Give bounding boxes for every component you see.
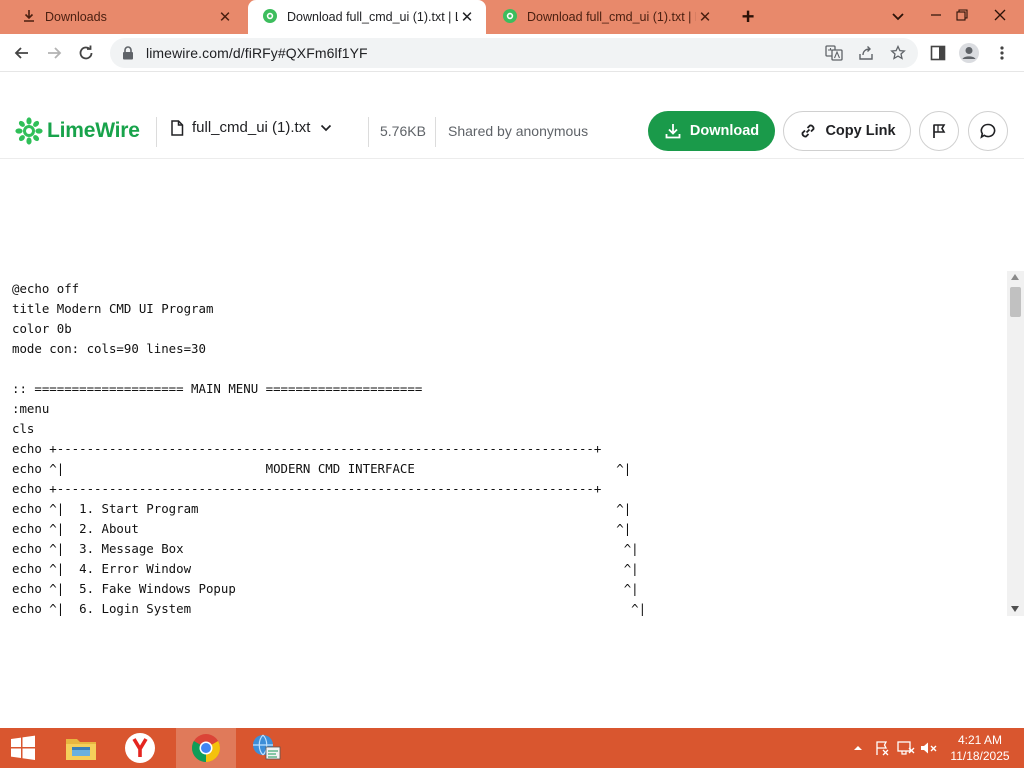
tray-overflow-chevron-icon[interactable] xyxy=(849,740,867,756)
file-explorer-icon[interactable] xyxy=(51,728,111,768)
restore-icon[interactable] xyxy=(946,0,978,30)
code-line: echo ^| 2. About ^| xyxy=(12,521,632,536)
tab-downloads[interactable]: Downloads ✕ xyxy=(8,0,244,34)
translate-icon[interactable] xyxy=(824,43,844,63)
code-line: mode con: cols=90 lines=30 xyxy=(12,341,206,356)
code-line: echo ^| 1. Start Program ^| xyxy=(12,501,632,516)
reload-button[interactable] xyxy=(73,40,99,66)
network-app-icon[interactable] xyxy=(236,728,296,768)
share-icon[interactable] xyxy=(856,43,876,63)
code-line: echo +----------------------------------… xyxy=(12,441,602,456)
download-button[interactable]: Download xyxy=(648,111,775,151)
code-line: :menu xyxy=(12,401,50,416)
copy-link-button[interactable]: Copy Link xyxy=(783,111,911,151)
limewire-favicon xyxy=(262,8,278,27)
code-line: echo ^| MODERN CMD INTERFACE ^| xyxy=(12,461,632,476)
tab-limewire-2[interactable]: Download full_cmd_ui (1).txt | Lin ✕ xyxy=(488,0,724,34)
back-button[interactable] xyxy=(9,40,35,66)
comment-button[interactable] xyxy=(968,111,1008,151)
close-tab-icon[interactable]: ✕ xyxy=(458,8,476,26)
code-line: echo ^| 3. Message Box ^| xyxy=(12,541,639,556)
code-line: echo ^| 5. Fake Windows Popup ^| xyxy=(12,581,639,596)
shared-by-text: Shared by anonymous xyxy=(448,123,589,139)
limewire-logo-icon xyxy=(15,117,43,145)
download-label: Download xyxy=(689,123,760,139)
browser-toolbar: limewire.com/d/fiRFy#QXFm6lf1YF xyxy=(0,34,1024,72)
code-line: echo +----------------------------------… xyxy=(12,481,602,496)
file-name-dropdown[interactable]: full_cmd_ui (1).txt xyxy=(170,119,332,136)
side-panel-icon[interactable] xyxy=(925,40,951,66)
limewire-header: LimeWire full_cmd_ui (1).txt 5.76KB Shar… xyxy=(0,104,1024,159)
close-tab-icon[interactable]: ✕ xyxy=(216,8,234,26)
windows-logo-icon xyxy=(10,735,36,761)
chevron-down-icon xyxy=(320,124,332,132)
limewire-favicon xyxy=(502,8,518,27)
clock-time: 4:21 AM xyxy=(957,733,1003,747)
divider xyxy=(435,117,436,147)
tray-volume-muted-icon[interactable] xyxy=(920,740,938,756)
yandex-browser-icon[interactable] xyxy=(110,728,170,768)
forward-button[interactable] xyxy=(41,40,67,66)
new-tab-button[interactable]: + xyxy=(737,4,759,29)
tab-search-chevron-icon[interactable] xyxy=(888,8,908,26)
tab-title: Download full_cmd_ui (1).txt | Lin xyxy=(287,10,458,24)
scroll-thumb[interactable] xyxy=(1010,287,1021,317)
flag-icon xyxy=(930,122,948,140)
close-window-icon[interactable] xyxy=(984,0,1016,30)
limewire-logo[interactable]: LimeWire xyxy=(15,117,140,145)
tab-title: Download full_cmd_ui (1).txt | Lin xyxy=(527,10,696,24)
code-line: echo ^| 6. Login System ^| xyxy=(12,601,647,616)
file-name-text: full_cmd_ui (1).txt xyxy=(192,119,311,136)
system-clock[interactable]: 4:21 AM 11/18/2025 xyxy=(944,732,1016,764)
address-bar[interactable]: limewire.com/d/fiRFy#QXFm6lf1YF xyxy=(110,38,918,68)
copy-link-label: Copy Link xyxy=(825,123,896,139)
browser-tab-strip: Downloads ✕ Download full_cmd_ui (1).txt… xyxy=(0,0,1024,34)
scroll-up-arrow-icon[interactable] xyxy=(1011,274,1019,280)
tab-limewire-active[interactable]: Download full_cmd_ui (1).txt | Lin ✕ xyxy=(248,0,486,34)
file-preview[interactable]: @echo off title Modern CMD UI Program colo… xyxy=(0,271,1024,616)
code-line: cls xyxy=(12,421,35,436)
report-flag-button[interactable] xyxy=(919,111,959,151)
divider xyxy=(156,117,157,147)
file-size: 5.76KB xyxy=(380,123,426,139)
file-icon xyxy=(170,119,184,136)
code-line: echo ^| 4. Error Window ^| xyxy=(12,561,639,576)
code-line: @echo off xyxy=(12,281,80,296)
more-menu-icon[interactable] xyxy=(989,40,1015,66)
code-line: title Modern CMD UI Program xyxy=(12,301,214,316)
tray-flag-icon[interactable] xyxy=(873,740,891,756)
bookmark-star-icon[interactable] xyxy=(888,43,908,63)
chat-bubble-icon xyxy=(979,122,997,140)
code-line: color 0b xyxy=(12,321,72,336)
chrome-icon[interactable] xyxy=(176,728,236,768)
tab-title: Downloads xyxy=(45,10,107,24)
start-button[interactable] xyxy=(0,728,46,768)
lock-icon[interactable] xyxy=(122,46,134,60)
download-icon xyxy=(22,9,36,26)
windows-taskbar: 4:21 AM 11/18/2025 xyxy=(0,728,1024,768)
clock-date: 11/18/2025 xyxy=(950,749,1010,763)
tray-network-icon[interactable] xyxy=(897,740,915,756)
brand-name: LimeWire xyxy=(47,119,140,142)
profile-avatar-icon[interactable] xyxy=(956,40,982,66)
link-icon xyxy=(798,121,818,141)
url-text: limewire.com/d/fiRFy#QXFm6lf1YF xyxy=(146,45,368,61)
download-icon xyxy=(664,122,682,140)
scroll-down-arrow-icon[interactable] xyxy=(1011,606,1019,612)
divider xyxy=(368,117,369,147)
file-content-text: @echo off title Modern CMD UI Program colo… xyxy=(12,279,646,616)
code-line: :: ==================== MAIN MENU ======… xyxy=(12,381,423,396)
preview-scrollbar[interactable] xyxy=(1007,271,1024,616)
close-tab-icon[interactable]: ✕ xyxy=(696,8,714,26)
